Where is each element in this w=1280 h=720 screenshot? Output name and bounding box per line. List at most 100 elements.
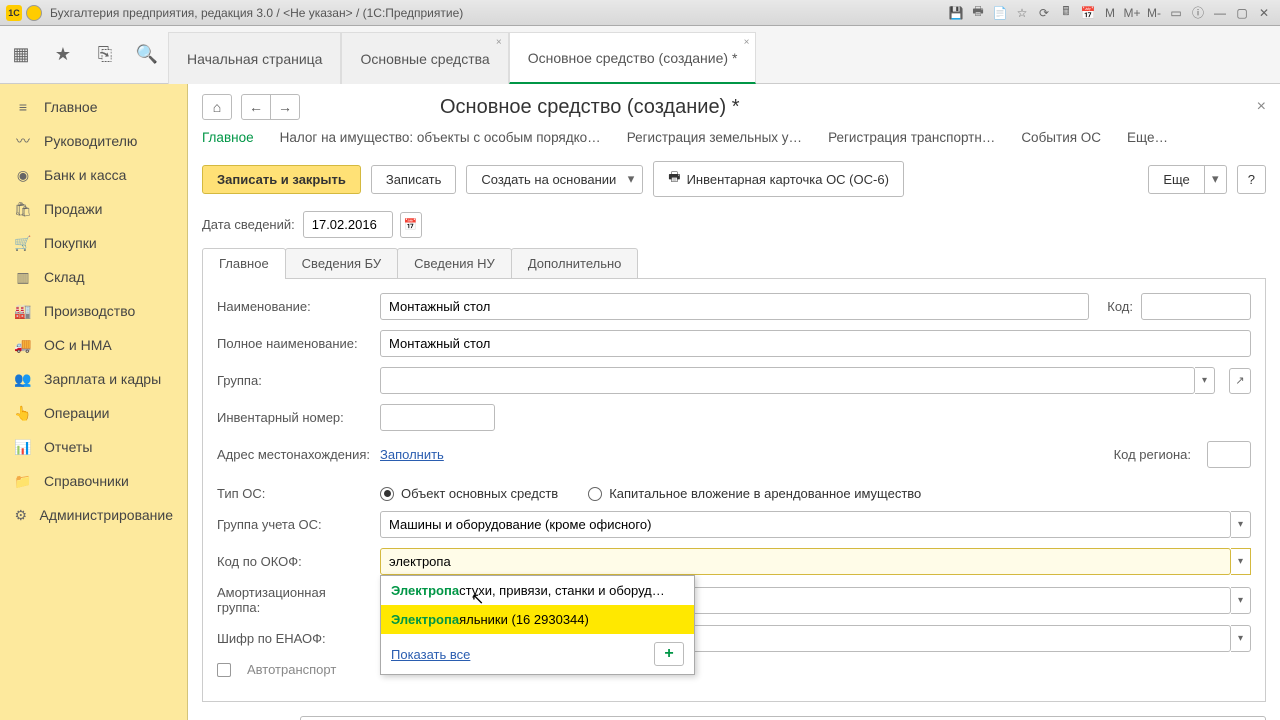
calendar-icon[interactable]: 📅	[1078, 4, 1098, 22]
enaof-label: Шифр по ЕНАОФ:	[217, 631, 372, 646]
inner-tab-nu[interactable]: Сведения НУ	[397, 248, 512, 278]
region-input[interactable]	[1207, 441, 1251, 468]
document-icon[interactable]: 📄	[990, 4, 1010, 22]
create-based-on-button[interactable]: Создать на основании	[466, 165, 643, 194]
close-icon[interactable]: ×	[496, 37, 502, 48]
radio-checked-icon	[380, 487, 394, 501]
sidebar-item-hr[interactable]: 👥Зарплата и кадры	[0, 362, 187, 396]
more-button[interactable]: Еще	[1148, 165, 1204, 194]
sidebar-item-warehouse[interactable]: ▥Склад	[0, 260, 187, 294]
m-minus-icon[interactable]: M-	[1144, 4, 1164, 22]
date-input[interactable]	[303, 211, 393, 238]
maximize-icon[interactable]: ▢	[1232, 4, 1252, 22]
sidebar-item-main[interactable]: ≡Главное	[0, 90, 187, 124]
acct-group-row: Группа учета ОС: ▾	[217, 511, 1251, 538]
sidebar-item-production[interactable]: 🏭Производство	[0, 294, 187, 328]
acct-group-input[interactable]	[380, 511, 1231, 538]
fullname-input[interactable]	[380, 330, 1251, 357]
search-icon[interactable]: 🔍	[126, 26, 168, 83]
back-button[interactable]: ←	[241, 94, 271, 120]
autocomplete-item[interactable]: Электропастухи, привязи, станки и оборуд…	[381, 576, 694, 605]
clipboard-icon[interactable]: ⎘	[84, 26, 126, 83]
autocomplete-item-selected[interactable]: Электропаяльники (16 2930344)	[381, 605, 694, 634]
amort-label: Амортизационная группа:	[217, 585, 372, 615]
star-icon[interactable]: ☆	[1012, 4, 1032, 22]
show-all-link[interactable]: Показать все	[391, 647, 470, 662]
autotransport-checkbox[interactable]	[217, 663, 231, 677]
window-title: Бухгалтерия предприятия, редакция 3.0 / …	[50, 6, 946, 20]
subnav-transport[interactable]: Регистрация транспортн…	[828, 130, 995, 149]
close-icon[interactable]: ×	[744, 37, 750, 48]
inner-tab-bu[interactable]: Сведения БУ	[285, 248, 399, 278]
close-window-icon[interactable]: ✕	[1254, 4, 1274, 22]
sidebar-item-reports[interactable]: 📊Отчеты	[0, 430, 187, 464]
subnav-events[interactable]: События ОС	[1021, 130, 1101, 149]
name-input[interactable]	[380, 293, 1089, 320]
minimize-icon[interactable]: —	[1210, 4, 1230, 22]
favorites-icon[interactable]: ★	[42, 26, 84, 83]
subnav-tax[interactable]: Налог на имущество: объекты с особым пор…	[280, 130, 601, 149]
add-icon[interactable]: +	[654, 642, 684, 666]
fill-address-link[interactable]: Заполнить	[380, 447, 444, 462]
panel-icon[interactable]: ▭	[1166, 4, 1186, 22]
save-and-close-button[interactable]: Записать и закрыть	[202, 165, 361, 194]
save-button[interactable]: Записать	[371, 165, 457, 194]
forward-button[interactable]: →	[270, 94, 300, 120]
tab-fixed-asset-create[interactable]: Основное средство (создание) *×	[509, 32, 757, 84]
history-icon[interactable]: ⟳	[1034, 4, 1054, 22]
address-row: Адрес местонахождения: Заполнить Код рег…	[217, 441, 1251, 468]
sidebar-item-directories[interactable]: 📁Справочники	[0, 464, 187, 498]
close-page-icon[interactable]: ×	[1257, 98, 1266, 116]
info-icon[interactable]: ⓘ	[1188, 4, 1208, 22]
subnav-land[interactable]: Регистрация земельных у…	[627, 130, 802, 149]
code-input[interactable]	[1141, 293, 1251, 320]
chevron-down-icon[interactable]: ▾	[1231, 511, 1251, 538]
subnav-main[interactable]: Главное	[202, 130, 254, 149]
chevron-down-icon[interactable]: ▾	[1205, 165, 1227, 194]
m-icon[interactable]: M	[1100, 4, 1120, 22]
chevron-down-icon[interactable]: ▾	[1231, 625, 1251, 652]
autocomplete-footer: Показать все +	[381, 634, 694, 674]
open-external-icon[interactable]: ↗	[1229, 368, 1251, 394]
comment-input[interactable]	[300, 716, 1266, 720]
inner-tab-main[interactable]: Главное	[202, 248, 286, 278]
sidebar-item-bank[interactable]: ◉Банк и касса	[0, 158, 187, 192]
calculator-icon[interactable]: 🖩	[1056, 4, 1076, 22]
m-plus-icon[interactable]: M+	[1122, 4, 1142, 22]
apps-icon[interactable]: ▦	[0, 26, 42, 83]
sidebar-item-operations[interactable]: 👆Операции	[0, 396, 187, 430]
tab-start-page[interactable]: Начальная страница	[168, 32, 341, 84]
home-button[interactable]: ⌂	[202, 94, 232, 120]
inner-tab-extra[interactable]: Дополнительно	[511, 248, 639, 278]
sidebar-item-admin[interactable]: ⚙Администрирование	[0, 498, 187, 532]
type-option-object[interactable]: Объект основных средств	[380, 486, 558, 501]
print-icon[interactable]: 🖶	[968, 4, 988, 22]
tabs: Начальная страница Основные средства× Ос…	[168, 26, 756, 83]
okof-input[interactable]	[380, 548, 1231, 575]
sidebar-item-purchases[interactable]: 🛒Покупки	[0, 226, 187, 260]
chart-icon: 📊	[14, 438, 32, 456]
help-button[interactable]: ?	[1237, 165, 1266, 194]
tab-fixed-assets[interactable]: Основные средства×	[341, 32, 508, 84]
sidebar-item-label: Операции	[44, 405, 110, 421]
calendar-icon[interactable]: 📅	[400, 212, 422, 238]
subnav-more[interactable]: Еще…	[1127, 130, 1168, 149]
save-icon[interactable]: 💾	[946, 4, 966, 22]
amort-row: Амортизационная группа: ▾	[217, 585, 1251, 615]
subnav: Главное Налог на имущество: объекты с ос…	[202, 130, 1266, 149]
sidebar-item-assets[interactable]: 🚚ОС и НМА	[0, 328, 187, 362]
chevron-down-icon[interactable]: ▾	[1195, 367, 1215, 394]
sidebar-item-label: Главное	[44, 99, 98, 115]
sidebar-item-label: Склад	[44, 269, 85, 285]
invnum-input[interactable]	[380, 404, 495, 431]
cart-icon: 🛒	[14, 234, 32, 252]
inventory-card-button[interactable]: 🖶Инвентарная карточка ОС (ОС-6)	[653, 161, 904, 197]
chevron-down-icon[interactable]: ▾	[1231, 587, 1251, 614]
app-menu-icon[interactable]	[26, 5, 42, 21]
chevron-down-icon[interactable]: ▾	[1231, 548, 1251, 575]
sidebar-item-sales[interactable]: 🛍Продажи	[0, 192, 187, 226]
group-input[interactable]	[380, 367, 1195, 394]
sidebar-item-manager[interactable]: 〰Руководителю	[0, 124, 187, 158]
type-option-capital[interactable]: Капитальное вложение в арендованное имущ…	[588, 486, 921, 501]
print-icon: 🖶	[668, 168, 680, 190]
